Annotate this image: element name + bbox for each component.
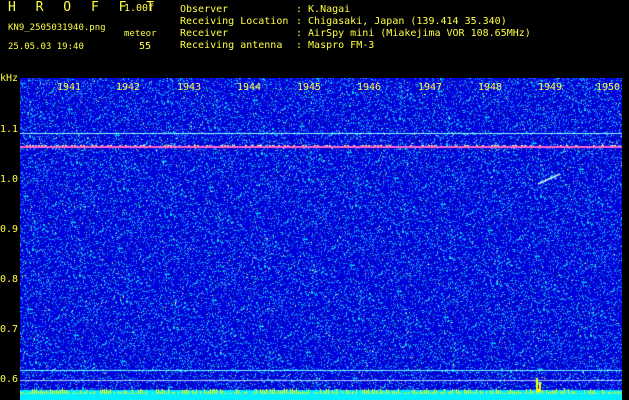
y-tick-label: 0.9	[0, 224, 19, 235]
x-tick-label: 1947	[418, 82, 443, 93]
y-tick-label: 1.1	[0, 124, 19, 135]
x-tick-label: 1941	[57, 82, 82, 93]
info-key: Receiving antenna	[180, 40, 283, 51]
info-row-location: Receiving Location : Chigasaki, Japan (13…	[180, 16, 507, 28]
y-tick-label: 1.0	[0, 174, 19, 185]
x-tick-label: 1949	[538, 82, 563, 93]
meteor-label: meteor	[124, 29, 157, 39]
file-name: KN9_2505031940.png	[8, 23, 106, 33]
meteor-count: 55	[139, 41, 152, 52]
x-tick-label: 1944	[237, 82, 262, 93]
x-tick-label: 1945	[297, 82, 322, 93]
info-row-antenna: Receiving antenna : Maspro FM-3	[180, 40, 374, 52]
y-tick-label: 0.7	[0, 324, 19, 335]
x-tick-label: 1946	[357, 82, 382, 93]
x-tick-label: 1948	[478, 82, 503, 93]
info-row-observer: Observer : K.Nagai	[180, 4, 350, 16]
x-tick-label: 1950	[596, 82, 621, 93]
datetime-label: 25.05.03 19:40	[8, 42, 84, 52]
info-value: : K.Nagai	[296, 4, 351, 15]
y-tick-label: 0.6	[0, 374, 19, 385]
y-tick-label: 0.8	[0, 274, 19, 285]
info-key: Receiver	[180, 28, 229, 39]
spectrogram-plot[interactable]	[20, 78, 622, 400]
y-axis-unit: kHz	[0, 73, 19, 84]
info-row-receiver: Receiver : AirSpy mini (Miakejima VOR 108…	[180, 28, 531, 40]
version-label: 1.00f	[124, 3, 155, 14]
right-margin	[622, 78, 629, 400]
x-tick-label: 1942	[116, 82, 141, 93]
info-key: Observer	[180, 4, 229, 15]
info-key: Receiving Location	[180, 16, 289, 27]
x-tick-label: 1943	[177, 82, 202, 93]
info-value: : AirSpy mini (Miakejima VOR 108.65MHz)	[296, 28, 531, 39]
spectrogram-canvas[interactable]	[20, 78, 622, 400]
header-panel: H R O F F T 1.00f KN9_2505031940.png met…	[0, 0, 629, 78]
info-value: : Maspro FM-3	[296, 40, 375, 51]
info-value: : Chigasaki, Japan (139.414 35.340)	[296, 16, 507, 27]
